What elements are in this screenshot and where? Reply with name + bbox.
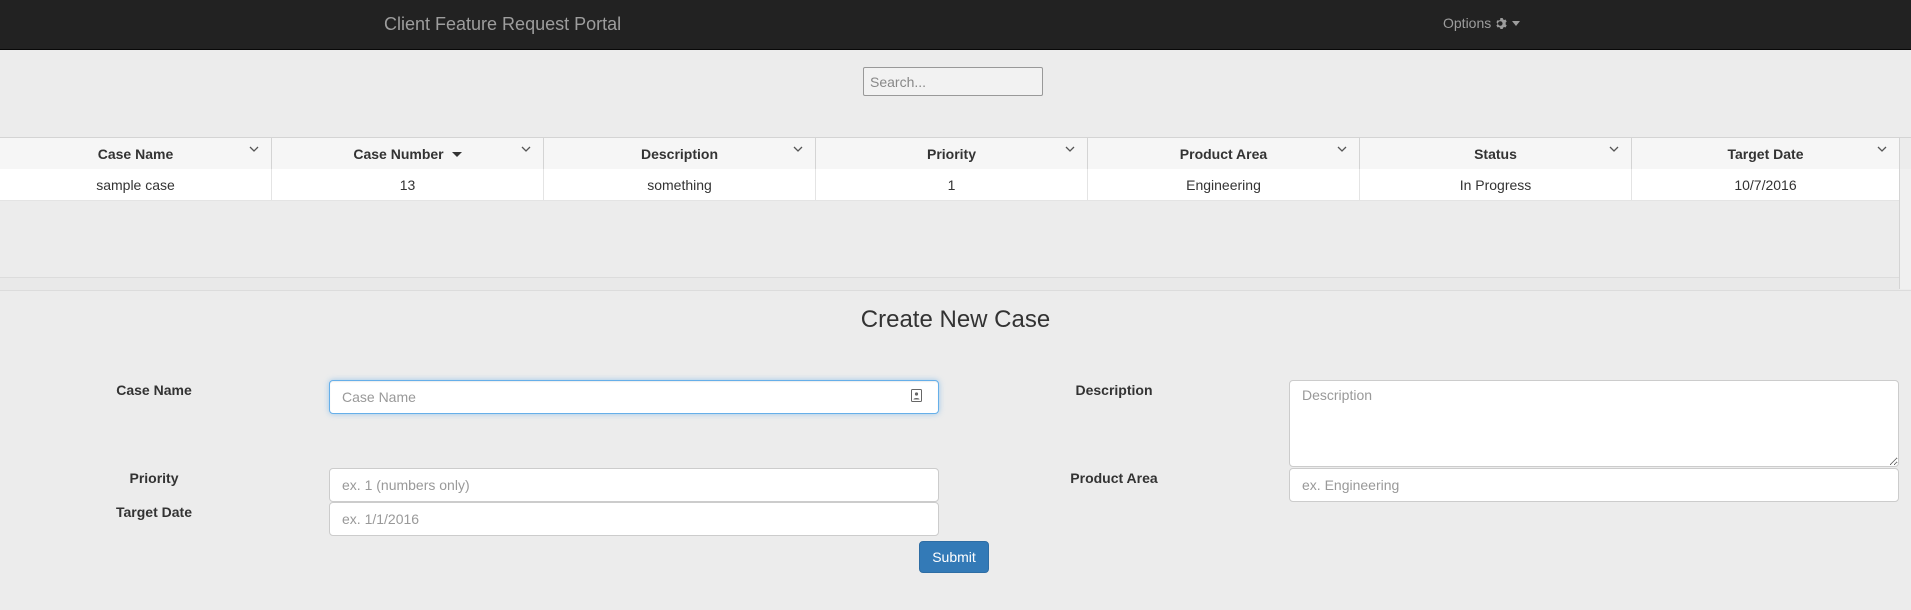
column-header-label: Priority: [926, 145, 976, 162]
navbar: Client Feature Request Portal Options: [0, 0, 1911, 50]
column-header-description[interactable]: Description: [544, 138, 816, 169]
column-header-label: Case Number: [353, 145, 444, 162]
search-input[interactable]: [863, 67, 1043, 96]
column-header-case-number[interactable]: Case Number: [272, 138, 544, 169]
priority-label: Priority: [129, 470, 179, 486]
case-grid: Case Name Case Number Description Priori…: [0, 137, 1911, 291]
description-textarea[interactable]: [1289, 380, 1899, 467]
cell-case-number[interactable]: 13: [272, 169, 544, 200]
cell-priority[interactable]: 1: [816, 169, 1088, 200]
cell-description[interactable]: something: [544, 169, 816, 200]
caret-down-icon: [1512, 20, 1521, 26]
column-header-product-area[interactable]: Product Area: [1088, 138, 1360, 169]
gear-icon: [1495, 17, 1508, 30]
column-header-label: Case Name: [97, 145, 174, 162]
column-header-label: Description: [640, 145, 718, 162]
target-date-label: Target Date: [116, 504, 192, 520]
options-label: Options: [1443, 15, 1492, 31]
table-row[interactable]: sample case 13 something 1 Engineering I…: [0, 169, 1900, 201]
cell-product-area[interactable]: Engineering: [1088, 169, 1360, 200]
column-header-label: Product Area: [1179, 145, 1268, 162]
section-divider: [0, 290, 1911, 291]
column-header-priority[interactable]: Priority: [816, 138, 1088, 169]
chevron-down-icon[interactable]: [1877, 146, 1887, 153]
target-date-input[interactable]: [329, 502, 939, 536]
chevron-down-icon[interactable]: [793, 146, 803, 153]
column-header-label: Status: [1474, 145, 1517, 162]
chevron-down-icon[interactable]: [1065, 146, 1075, 153]
description-label: Description: [1075, 382, 1153, 398]
case-name-label: Case Name: [116, 382, 192, 398]
chevron-down-icon[interactable]: [521, 146, 531, 153]
chevron-down-icon[interactable]: [1337, 146, 1347, 153]
contact-card-icon[interactable]: [911, 389, 922, 402]
product-area-input[interactable]: [1289, 468, 1899, 502]
cell-status[interactable]: In Progress: [1360, 169, 1632, 200]
chevron-down-icon[interactable]: [249, 146, 259, 153]
column-header-label: Target Date: [1727, 145, 1804, 162]
cell-target-date[interactable]: 10/7/2016: [1632, 169, 1900, 200]
column-header-target-date[interactable]: Target Date: [1632, 138, 1900, 169]
column-header-case-name[interactable]: Case Name: [0, 138, 272, 169]
submit-button[interactable]: Submit: [919, 541, 989, 573]
brand-title[interactable]: Client Feature Request Portal: [384, 14, 621, 35]
options-menu-toggle[interactable]: Options: [1443, 15, 1521, 31]
product-area-label: Product Area: [1070, 470, 1158, 486]
vertical-scrollbar[interactable]: [1899, 169, 1911, 289]
chevron-down-icon[interactable]: [1609, 146, 1619, 153]
cell-case-name[interactable]: sample case: [0, 169, 272, 200]
grid-header: Case Name Case Number Description Priori…: [0, 138, 1900, 170]
priority-input[interactable]: [329, 468, 939, 502]
case-name-input[interactable]: [329, 380, 939, 414]
form-title: Create New Case: [860, 306, 1051, 333]
sort-descending-icon: [451, 152, 462, 157]
horizontal-scrollbar[interactable]: [0, 277, 1899, 290]
column-header-status[interactable]: Status: [1360, 138, 1632, 169]
